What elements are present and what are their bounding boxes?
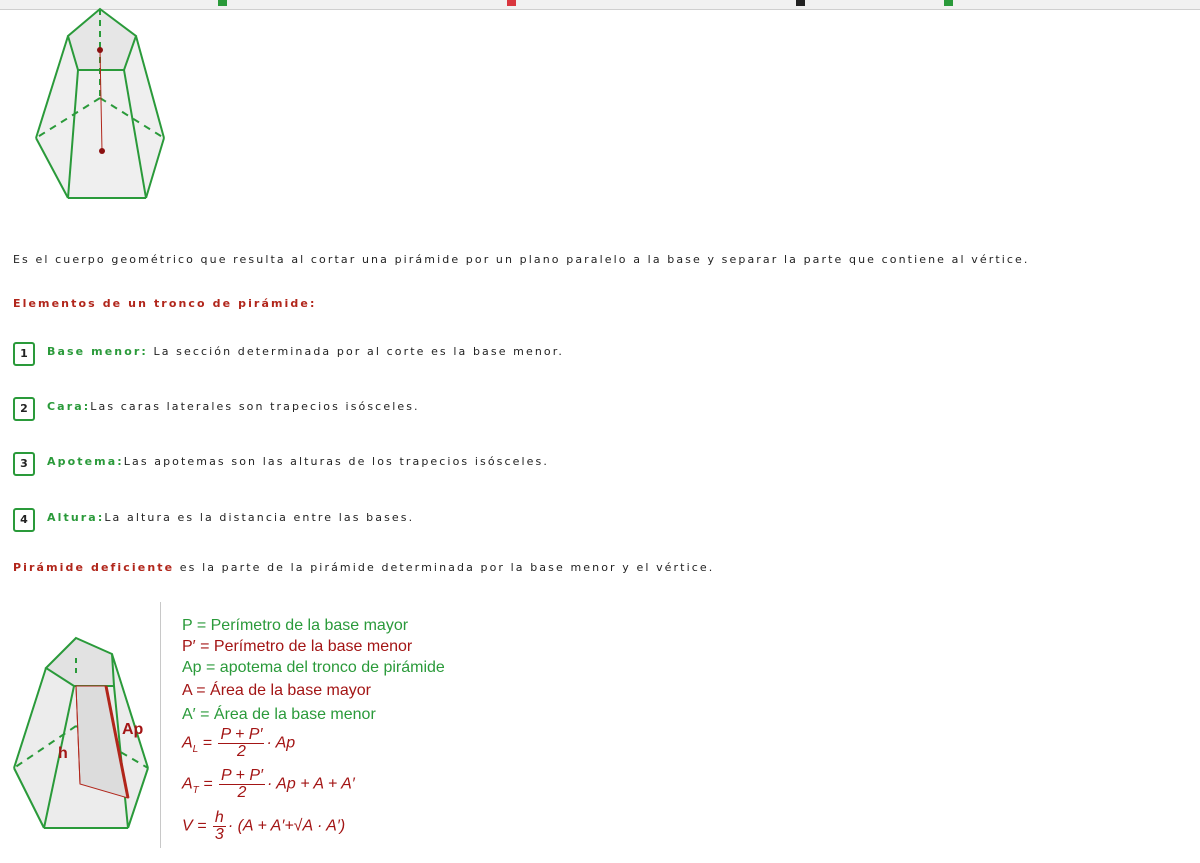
toolbar-red-icon [507,0,516,6]
item-number: 3 [13,452,35,476]
divider [160,602,161,848]
toolbar-green-icon-2 [944,0,953,6]
formula-volume: V = h 3 · (A + A′+√A · A′) [182,809,346,843]
formula-lateral-area: AL = P + P′ 2 · Ap [182,726,296,760]
deficiente-desc: es la parte de la pirámide determinada p… [174,561,715,574]
intro-text: Es el cuerpo geométrico que resulta al c… [13,253,1030,266]
frustum-apothem-figure: Ap h [13,636,149,829]
item-number: 2 [13,397,35,421]
formula-a: A = Área de la base mayor [182,682,371,699]
deficiente-text: Pirámide deficiente es la parte de la pi… [13,561,714,574]
formula-total-area: AT = P + P′ 2 · Ap + A + A′ [182,767,355,801]
elements-title: Elementos de un tronco de pirámide: [13,297,317,310]
item-term: Apotema: [47,455,124,468]
item-number: 1 [13,342,35,366]
item-term: Cara: [47,400,91,413]
toolbar-black-icon [796,0,805,6]
item-desc: La sección determinada por al corte es l… [147,345,564,358]
formula-a-prime: A′ = Área de la base menor [182,706,376,723]
height-label: h [58,745,68,762]
item-desc: La altura es la distancia entre las base… [104,511,415,524]
item-number: 4 [13,508,35,532]
item-term: Altura: [47,511,105,524]
item-term: Base menor: [47,345,148,358]
formula-p: P = Perímetro de la base mayor [182,617,409,634]
deficiente-term: Pirámide deficiente [13,561,175,574]
item-desc: Las apotemas son las alturas de los trap… [123,455,549,468]
frustum-figure [35,7,165,199]
browser-toolbar-strip [0,0,1200,10]
toolbar-green-icon [218,0,227,6]
item-desc: Las caras laterales son trapecios isósce… [90,400,420,413]
formula-p-prime: P′ = Perímetro de la base menor [182,638,413,655]
apothem-label: Ap [122,721,144,738]
formula-ap: Ap = apotema del tronco de pirámide [182,659,445,676]
